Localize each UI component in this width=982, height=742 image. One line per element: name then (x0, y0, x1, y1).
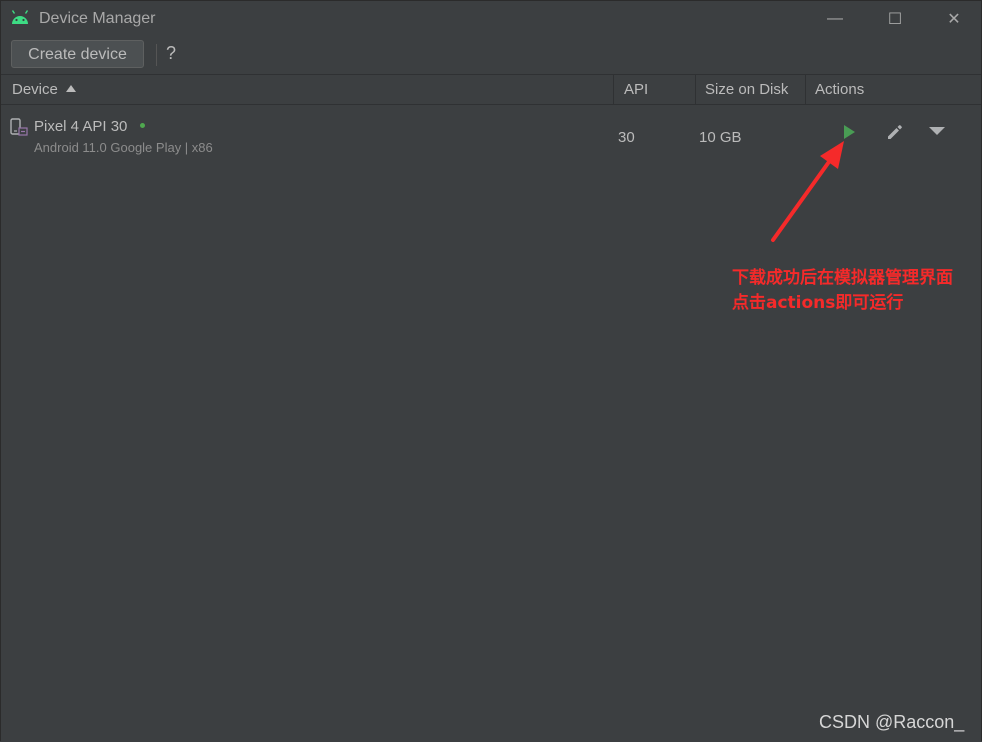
table-row[interactable]: Pixel 4 API 30 Android 11.0 Google Play … (1, 105, 981, 165)
help-button[interactable]: ? (166, 43, 182, 67)
table-header: Device API Size on Disk Actions (1, 74, 981, 105)
column-header-size[interactable]: Size on Disk (695, 75, 805, 104)
device-size: 10 GB (699, 129, 742, 146)
column-label-size: Size on Disk (705, 81, 789, 98)
device-api: 30 (618, 129, 635, 146)
window-title: Device Manager (39, 10, 156, 27)
title-bar: Device Manager — ☐ ✕ (1, 1, 981, 37)
play-icon[interactable] (839, 122, 859, 142)
column-label-api: API (624, 81, 649, 98)
create-device-button[interactable]: Create device (11, 40, 144, 68)
android-icon (11, 10, 29, 24)
sort-ascending-icon (65, 84, 76, 92)
device-manager-window: Device Manager — ☐ ✕ Create device ? Dev… (0, 0, 982, 741)
minimize-button[interactable]: — (812, 5, 858, 33)
column-label-device: Device (12, 81, 58, 98)
caret-down-icon[interactable] (926, 123, 948, 139)
device-description: Android 11.0 Google Play | x86 (34, 140, 213, 155)
annotation-text: 下载成功后在模拟器管理界面 点击actions即可运行 (732, 268, 953, 313)
online-status-dot (140, 123, 145, 128)
toolbar: Create device ? (1, 37, 981, 73)
device-name: Pixel 4 API 30 (34, 118, 128, 135)
phone-device-icon (10, 118, 28, 136)
maximize-button[interactable]: ☐ (872, 5, 918, 33)
pencil-icon[interactable] (884, 121, 906, 143)
toolbar-separator (156, 44, 157, 66)
column-header-actions[interactable]: Actions (805, 75, 981, 104)
close-button[interactable]: ✕ (931, 5, 977, 33)
column-header-device[interactable]: Device (12, 75, 612, 104)
watermark: CSDN @Raccon_ (819, 712, 965, 732)
column-header-api[interactable]: API (613, 75, 695, 104)
column-label-actions: Actions (815, 81, 865, 98)
device-table: Pixel 4 API 30 Android 11.0 Google Play … (1, 105, 981, 741)
